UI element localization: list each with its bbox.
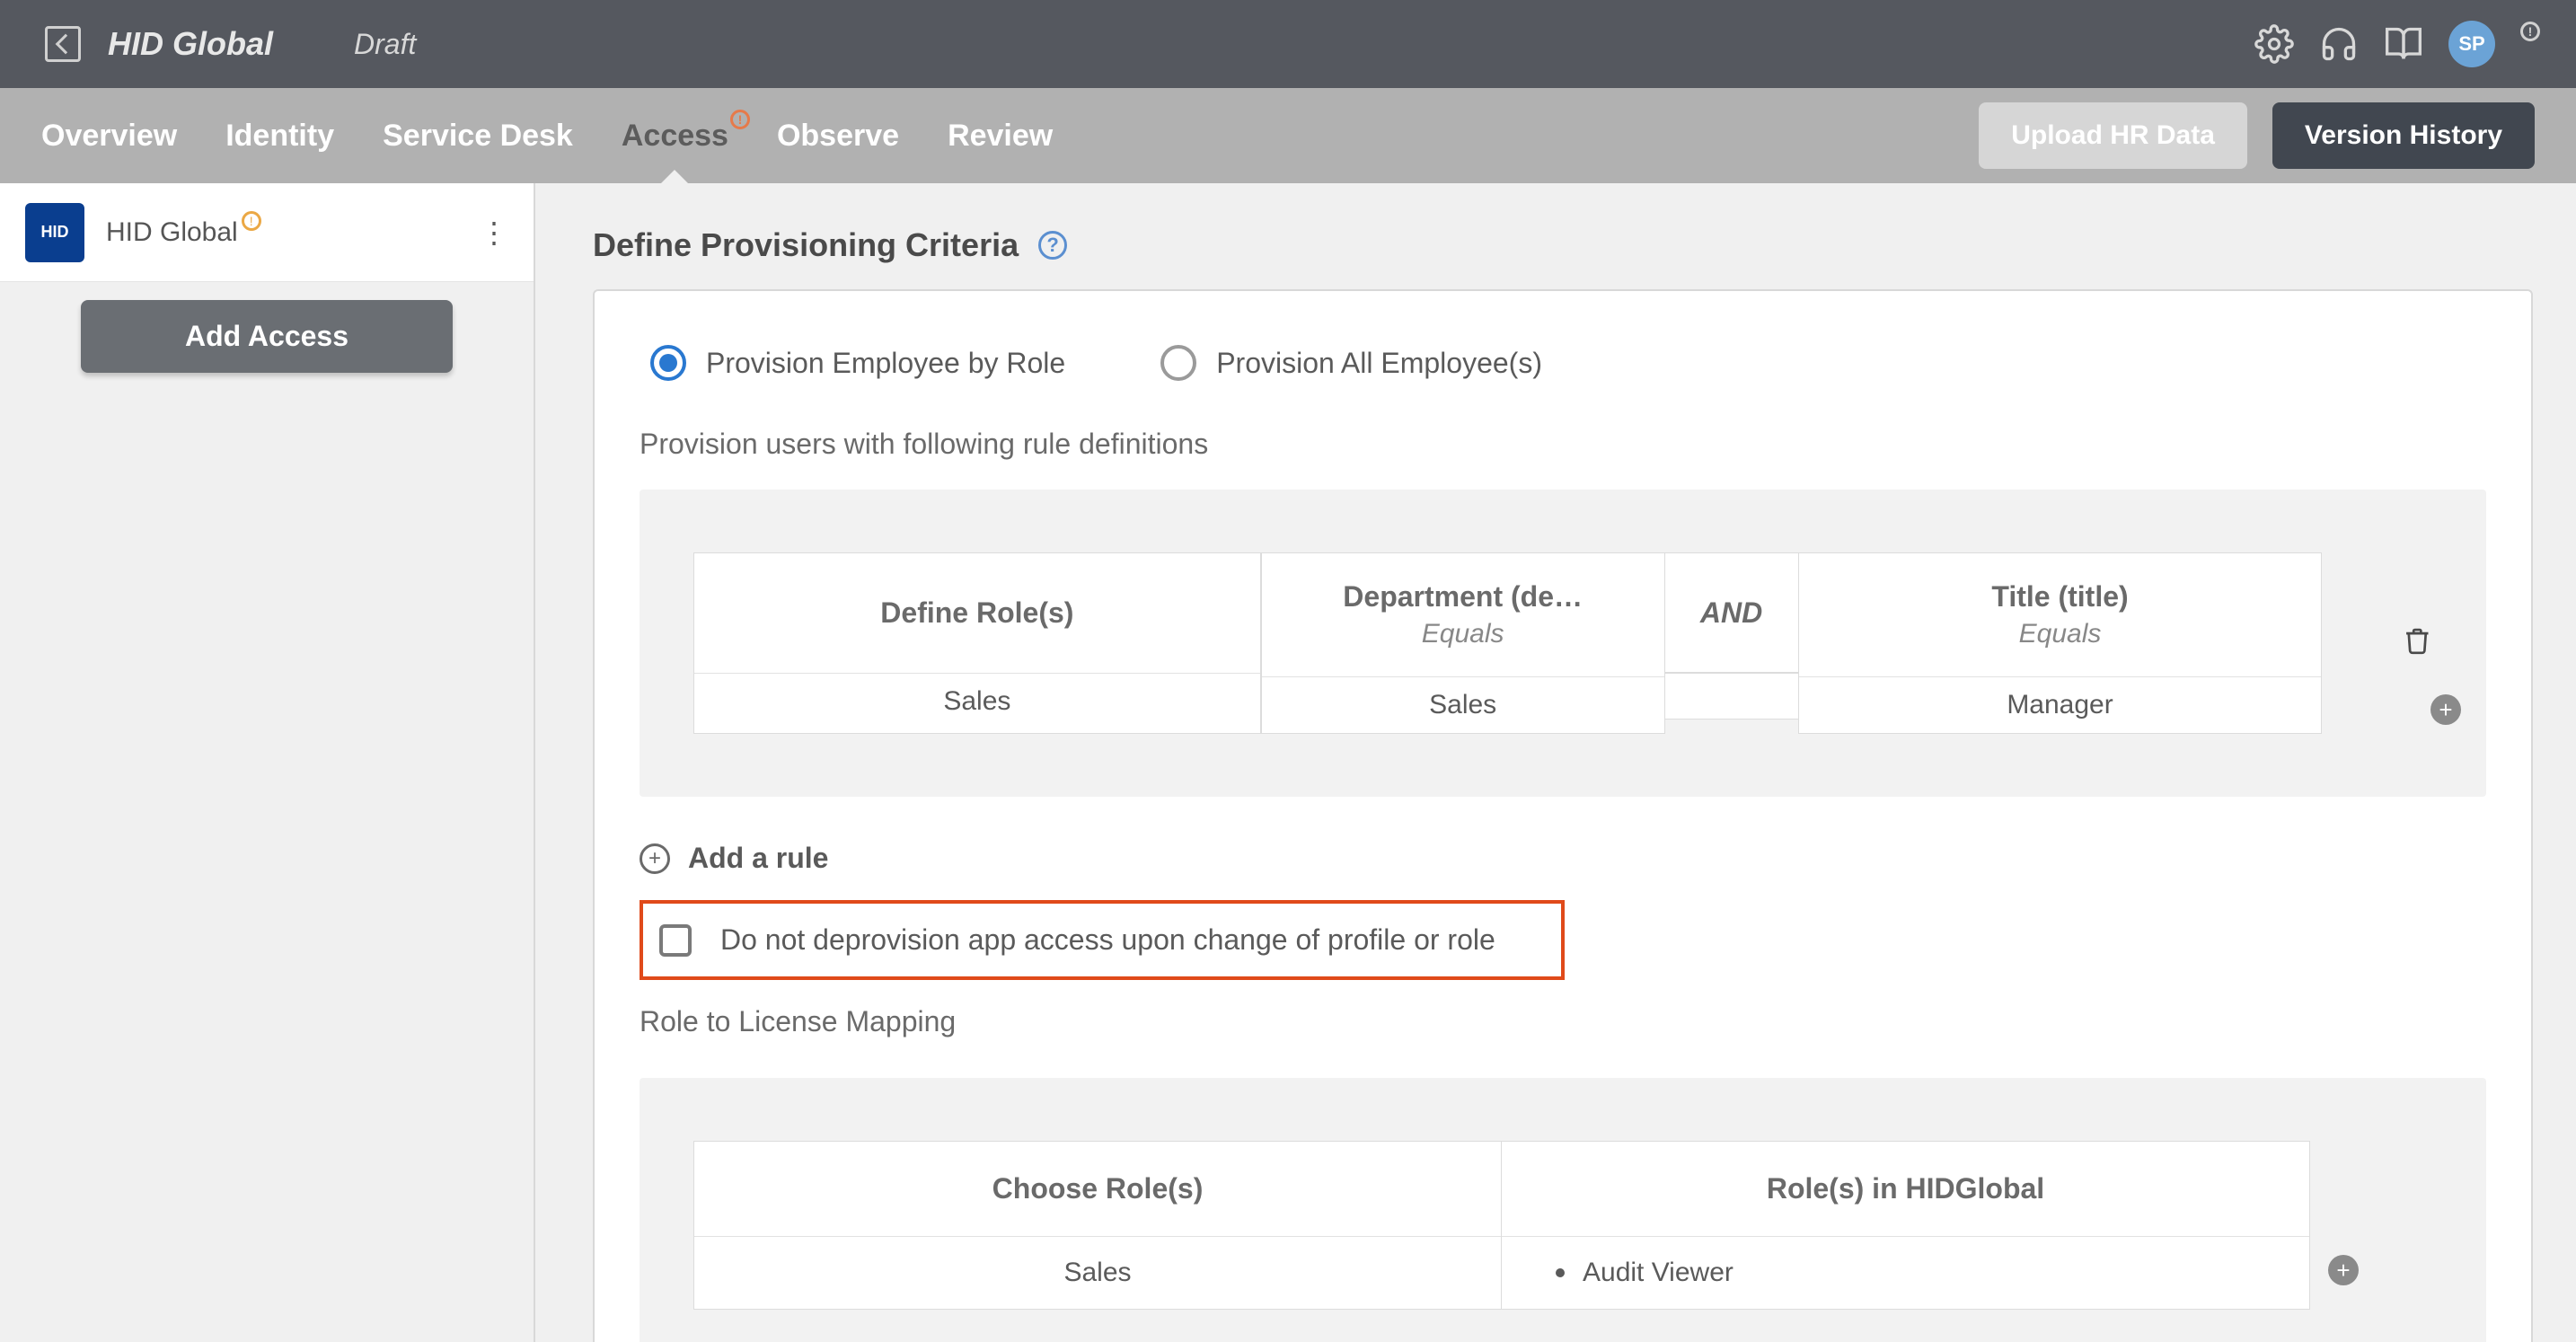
radio-icon <box>650 345 686 381</box>
warning-icon: ! <box>242 211 261 231</box>
rule-col-dept-head: Department (de… <box>1343 580 1583 614</box>
upload-hr-data-button[interactable]: Upload HR Data <box>1979 102 2247 169</box>
tab-review[interactable]: Review <box>948 90 1053 182</box>
plus-circle-icon: + <box>640 843 670 874</box>
help-icon[interactable]: ? <box>1038 231 1067 260</box>
checkbox-icon <box>659 924 692 957</box>
provisioning-panel: Provision Employee by Role Provision All… <box>593 289 2533 1342</box>
alert-icon[interactable]: ! <box>2520 22 2540 41</box>
mapping-title: Role to License Mapping <box>640 1005 2486 1038</box>
book-icon[interactable] <box>2384 24 2423 64</box>
mapping-col-roles: Role(s) in HIDGlobal Audit Viewer <box>1502 1141 2310 1310</box>
tab-bar: Overview Identity Service Desk Access ! … <box>0 88 2576 183</box>
warning-badge-icon: ! <box>730 110 750 129</box>
bullet-icon <box>1556 1268 1565 1277</box>
headset-icon[interactable] <box>2319 24 2359 64</box>
mapping-license-value[interactable]: Audit Viewer <box>1502 1237 2309 1309</box>
mapping-col-choose: Choose Role(s) Sales <box>693 1141 1502 1310</box>
sidebar: HID HID Global ! ⋮ Add Access <box>0 183 535 1342</box>
rule-col-role-head: Define Role(s) <box>880 596 1073 630</box>
radio-provision-all[interactable]: Provision All Employee(s) <box>1160 345 1542 381</box>
rule-col-title-op: Equals <box>2019 619 2102 649</box>
tab-overview[interactable]: Overview <box>41 90 177 182</box>
rule-dept-value[interactable]: Sales <box>1262 677 1664 733</box>
delete-rule-button[interactable] <box>2403 626 2432 660</box>
avatar[interactable]: SP <box>2448 21 2495 67</box>
add-access-button[interactable]: Add Access <box>81 300 453 373</box>
rule-title-value[interactable]: Manager <box>1799 677 2322 733</box>
add-mapping-button[interactable]: + <box>2328 1255 2359 1285</box>
section-title: Define Provisioning Criteria <box>593 226 1019 264</box>
arrow-left-icon <box>56 34 76 55</box>
and-operator: AND <box>1665 552 1798 673</box>
rule-col-role: Define Role(s) Sales <box>693 552 1261 734</box>
radio-provision-by-role[interactable]: Provision Employee by Role <box>650 345 1065 381</box>
mapping-head-roles: Role(s) in HIDGlobal <box>1502 1142 2309 1237</box>
checkbox-label: Do not deprovision app access upon chang… <box>720 923 1495 957</box>
app-icon: HID <box>25 203 84 262</box>
sidebar-app-item[interactable]: HID HID Global ! ⋮ <box>0 183 534 282</box>
mapping-head-choose: Choose Role(s) <box>694 1142 1501 1237</box>
tab-identity[interactable]: Identity <box>225 90 334 182</box>
tab-access-label: Access <box>622 119 728 153</box>
rule-role-value[interactable]: Sales <box>694 674 1260 729</box>
main-content: Define Provisioning Criteria ? Provision… <box>535 183 2576 1342</box>
tab-observe[interactable]: Observe <box>777 90 899 182</box>
app-title: HID Global <box>108 25 273 63</box>
mapping-block: Choose Role(s) Sales Role(s) in HIDGloba… <box>640 1078 2486 1342</box>
rule-col-department: Department (de… Equals Sales <box>1261 552 1665 734</box>
mapping-license-text: Audit Viewer <box>1583 1258 1734 1288</box>
tab-access[interactable]: Access ! <box>622 90 728 182</box>
rule-subheading: Provision users with following rule defi… <box>640 428 2486 461</box>
deprovision-checkbox-row[interactable]: Do not deprovision app access upon chang… <box>640 900 1565 980</box>
rule-col-dept-op: Equals <box>1422 619 1504 649</box>
rule-col-title: Title (title) Equals Manager <box>1798 552 2323 734</box>
rule-col-title-head: Title (title) <box>1991 580 2128 614</box>
tab-service-desk[interactable]: Service Desk <box>383 90 573 182</box>
mapping-role-value[interactable]: Sales <box>694 1237 1501 1309</box>
sidebar-app-label: HID Global <box>106 217 238 248</box>
kebab-menu-icon[interactable]: ⋮ <box>480 216 508 250</box>
radio-icon <box>1160 345 1196 381</box>
back-button[interactable] <box>45 26 81 62</box>
add-condition-button[interactable]: + <box>2430 694 2461 725</box>
version-history-button[interactable]: Version History <box>2272 102 2535 169</box>
status-label: Draft <box>354 28 416 61</box>
top-bar: HID Global Draft SP ! <box>0 0 2576 88</box>
add-rule-label: Add a rule <box>688 842 828 875</box>
radio-label: Provision Employee by Role <box>706 347 1065 380</box>
rule-block: Define Role(s) Sales Department (de… Equ… <box>640 490 2486 797</box>
add-rule-button[interactable]: + Add a rule <box>640 842 2486 875</box>
gear-icon[interactable] <box>2254 24 2294 64</box>
radio-label: Provision All Employee(s) <box>1216 347 1542 380</box>
